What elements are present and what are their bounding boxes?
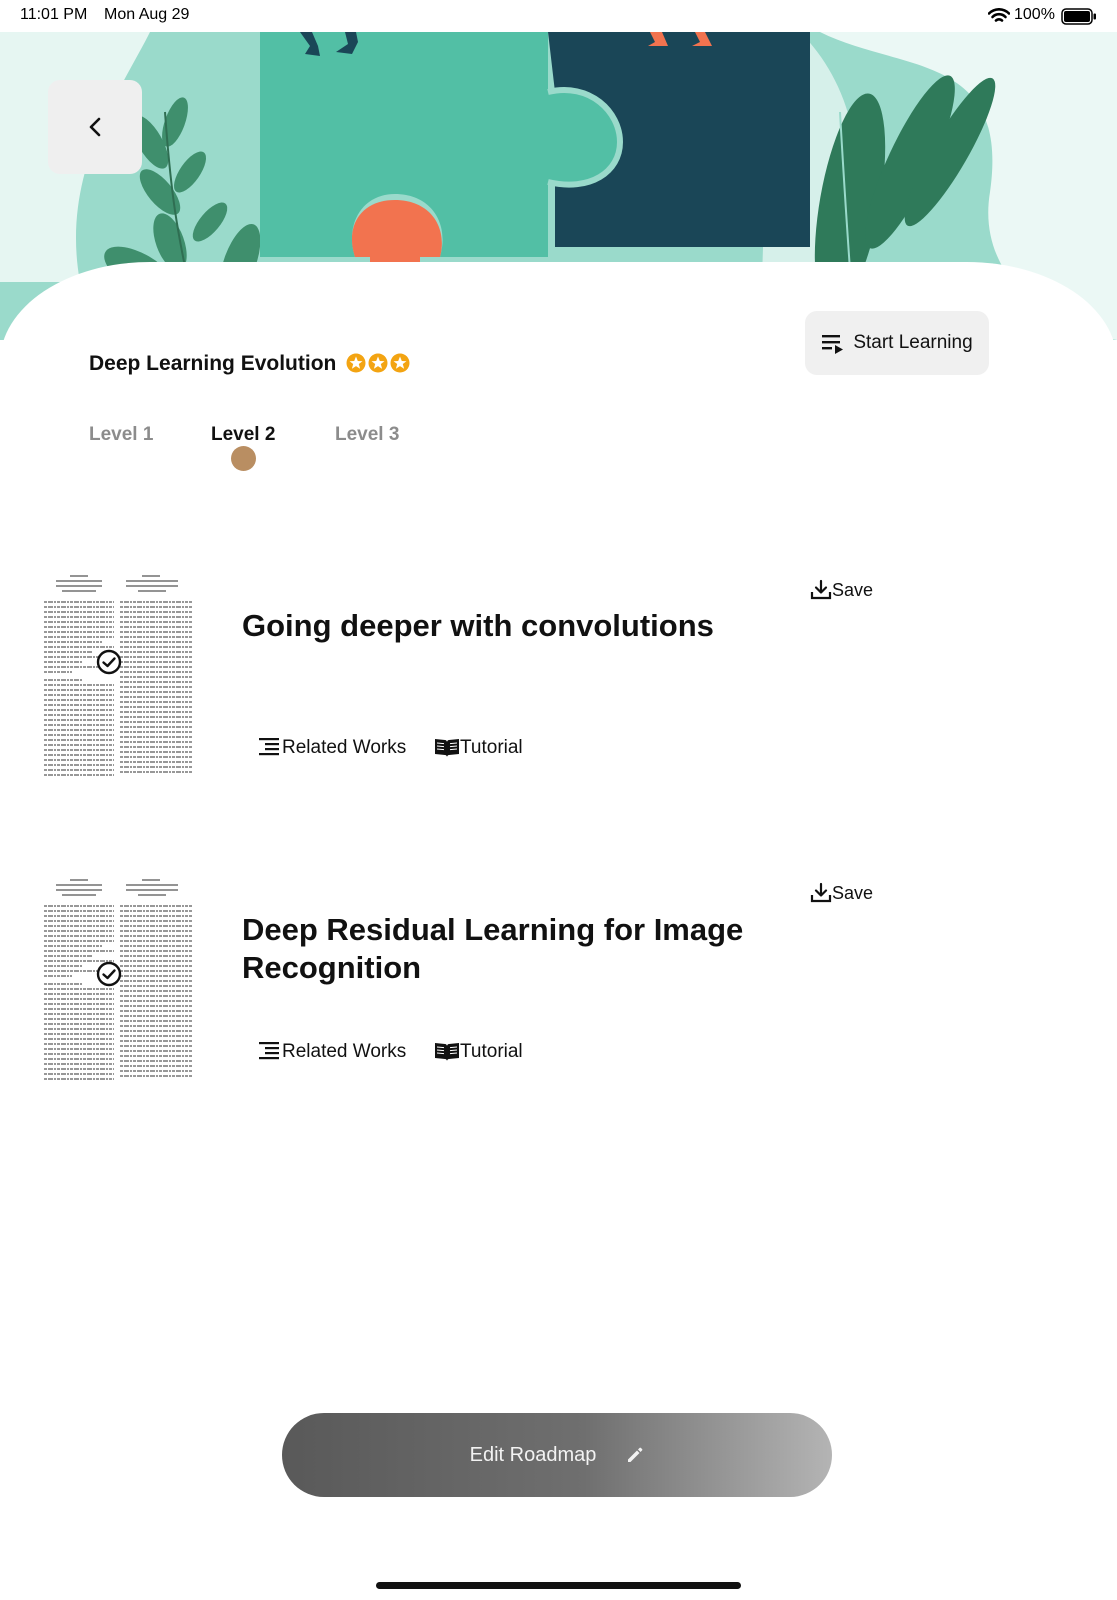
- battery-percentage: 100%: [1014, 6, 1055, 23]
- paper-page-preview: [44, 575, 192, 776]
- related-works-button[interactable]: Related Works: [258, 1041, 406, 1063]
- star-icon: [346, 353, 366, 373]
- home-indicator[interactable]: [376, 1582, 741, 1589]
- back-button[interactable]: [48, 80, 142, 174]
- playlist-play-icon: [822, 335, 844, 354]
- check-circle-icon: [96, 961, 122, 987]
- star-icon: [390, 353, 410, 373]
- tutorial-label: Tutorial: [460, 1041, 523, 1062]
- star-icon: [368, 353, 388, 373]
- save-button[interactable]: Save: [810, 882, 873, 904]
- edit-roadmap-label: Edit Roadmap: [469, 1443, 597, 1466]
- related-works-label: Related Works: [282, 1041, 407, 1062]
- battery-icon: [1061, 8, 1096, 25]
- paper-title[interactable]: Deep Residual Learning for Image Recogni…: [242, 911, 762, 987]
- active-level-indicator: [231, 446, 256, 471]
- status-time: 11:01 PM: [20, 6, 88, 23]
- edit-roadmap-button[interactable]: Edit Roadmap: [282, 1413, 832, 1497]
- start-learning-label: Start Learning: [853, 332, 973, 353]
- save-label: Save: [832, 580, 874, 600]
- save-label: Save: [832, 883, 874, 903]
- status-date: Mon Aug 29: [104, 6, 190, 23]
- open-book-icon: [435, 1043, 459, 1061]
- tutorial-button[interactable]: Tutorial: [434, 737, 523, 759]
- tutorial-button[interactable]: Tutorial: [434, 1041, 523, 1063]
- wifi-icon: [988, 8, 1010, 22]
- related-works-label: Related Works: [282, 737, 407, 758]
- tab-level-2[interactable]: Level 2: [211, 424, 275, 446]
- download-icon: [810, 882, 832, 903]
- open-book-icon: [435, 739, 459, 757]
- related-works-button[interactable]: Related Works: [258, 737, 406, 759]
- pencil-icon: [628, 1447, 643, 1462]
- chevron-left-icon: [89, 117, 101, 137]
- check-circle-icon: [96, 649, 122, 675]
- list-indent-icon: [259, 1042, 279, 1060]
- tutorial-label: Tutorial: [460, 737, 523, 758]
- paper-thumbnail[interactable]: [42, 876, 194, 1082]
- paper-thumbnail[interactable]: [42, 572, 194, 778]
- paper-title[interactable]: Going deeper with convolutions: [242, 607, 762, 645]
- tab-level-3[interactable]: Level 3: [335, 424, 399, 446]
- save-button[interactable]: Save: [810, 579, 873, 601]
- roadmap-title: Deep Learning Evolution: [89, 352, 337, 375]
- list-indent-icon: [259, 738, 279, 756]
- tab-level-1[interactable]: Level 1: [89, 424, 153, 446]
- difficulty-stars: [346, 353, 410, 373]
- download-icon: [810, 579, 832, 600]
- start-learning-button[interactable]: Start Learning: [805, 311, 989, 375]
